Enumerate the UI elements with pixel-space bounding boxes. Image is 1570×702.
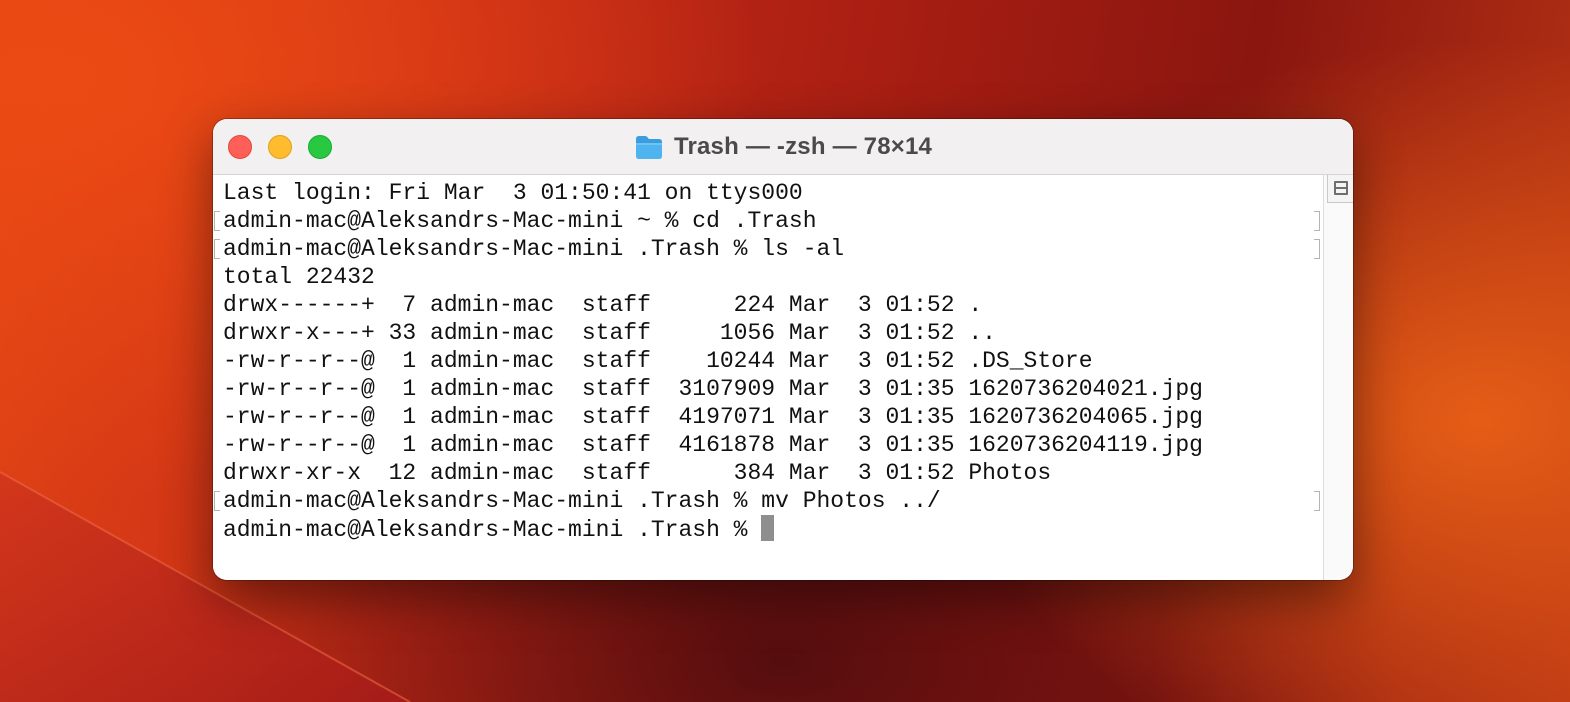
folder-icon [635, 136, 662, 159]
text-cursor [761, 515, 775, 541]
split-pane-icon [1334, 181, 1348, 195]
command-line: admin-mac@Aleksandrs-Mac-mini .Trash % l… [223, 236, 845, 262]
command-mark-right [1314, 211, 1320, 231]
listing-row: drwxr-xr-x 12 admin-mac staff 384 Mar 3 … [223, 460, 1052, 486]
terminal-content[interactable]: Last login: Fri Mar 3 01:50:41 on ttys00… [213, 175, 1323, 580]
command-mark-right [1314, 491, 1320, 511]
total-line: total 22432 [223, 264, 375, 290]
command-line: admin-mac@Aleksandrs-Mac-mini ~ % cd .Tr… [223, 208, 817, 234]
split-pane-button[interactable] [1327, 175, 1353, 203]
listing-row: drwxr-x---+ 33 admin-mac staff 1056 Mar … [223, 320, 996, 346]
mv-command-line: admin-mac@Aleksandrs-Mac-mini .Trash % m… [223, 488, 941, 514]
listing-row: -rw-r--r--@ 1 admin-mac staff 10244 Mar … [223, 348, 1093, 374]
terminal-window[interactable]: Trash — -zsh — 78×14 Last login: Fri Mar… [213, 119, 1353, 580]
listing-row: -rw-r--r--@ 1 admin-mac staff 4197071 Ma… [223, 404, 1203, 430]
prompt-text: admin-mac@Aleksandrs-Mac-mini .Trash % [223, 517, 762, 543]
prompt-line[interactable]: admin-mac@Aleksandrs-Mac-mini .Trash % [223, 515, 775, 543]
title-bar[interactable]: Trash — -zsh — 78×14 [213, 119, 1353, 175]
command-mark-right [1314, 239, 1320, 259]
listing-row: -rw-r--r--@ 1 admin-mac staff 4161878 Ma… [223, 432, 1203, 458]
window-title: Trash — -zsh — 78×14 [213, 119, 1353, 175]
command-mark-left [214, 491, 220, 511]
listing-row: -rw-r--r--@ 1 admin-mac staff 3107909 Ma… [223, 376, 1203, 402]
window-title-text: Trash — -zsh — 78×14 [673, 133, 933, 160]
command-mark-left [214, 211, 220, 231]
scroll-gutter[interactable] [1323, 175, 1353, 580]
listing-row: drwx------+ 7 admin-mac staff 224 Mar 3 … [223, 292, 983, 318]
login-line: Last login: Fri Mar 3 01:50:41 on ttys00… [223, 180, 803, 206]
command-mark-left [214, 239, 220, 259]
